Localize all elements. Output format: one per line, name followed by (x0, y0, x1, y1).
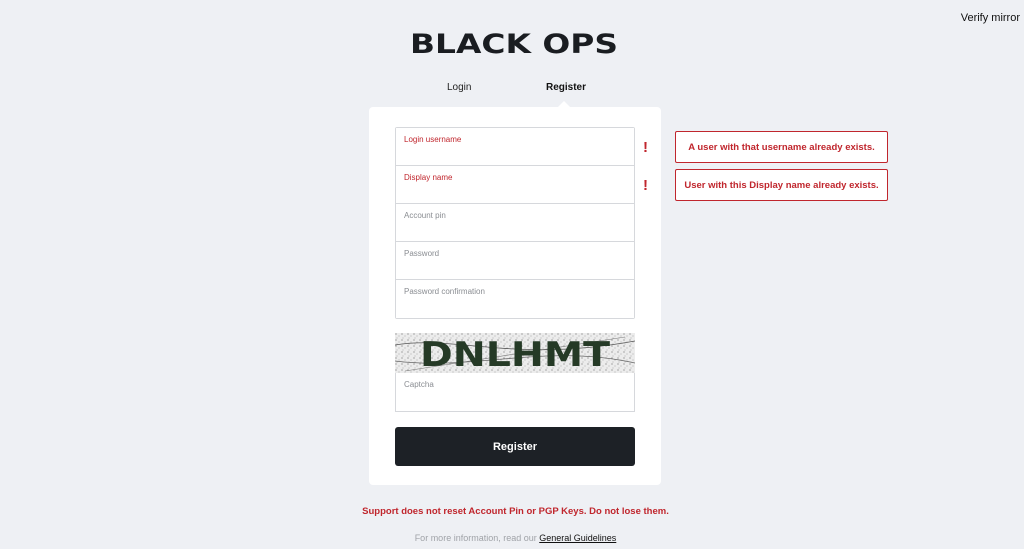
register-card: Login username Display name Account pin … (369, 107, 661, 485)
captcha-field[interactable]: Captcha (395, 373, 635, 412)
username-error-icon: ! (643, 139, 648, 156)
password-confirmation-field[interactable]: Password confirmation (396, 280, 634, 318)
tab-login[interactable]: Login (447, 82, 471, 93)
account-pin-field[interactable]: Account pin (396, 204, 634, 242)
footer-info: For more information, read our General G… (0, 533, 1024, 543)
username-error-message: A user with that username already exists… (675, 131, 888, 163)
login-username-field[interactable]: Login username (396, 128, 634, 166)
tab-register[interactable]: Register (546, 82, 586, 93)
display-name-input[interactable] (396, 166, 634, 203)
captcha-text: DNLHMT (420, 335, 611, 374)
display-name-error-message: User with this Display name already exis… (675, 169, 888, 201)
black-ops-logo: BLACK OPS (410, 30, 620, 58)
captcha-input[interactable] (396, 373, 634, 411)
login-username-input[interactable] (396, 128, 634, 165)
account-pin-input[interactable] (396, 204, 634, 241)
display-name-field[interactable]: Display name (396, 166, 634, 204)
support-warning: Support does not reset Account Pin or PG… (362, 506, 669, 517)
general-guidelines-link[interactable]: General Guidelines (539, 533, 616, 543)
auth-tabs: Login Register (370, 82, 661, 96)
captcha-image: DNLHMT (395, 333, 635, 374)
password-confirmation-input[interactable] (396, 280, 634, 318)
password-input[interactable] (396, 242, 634, 279)
logo-text: BLACK OPS (410, 30, 618, 58)
register-fields: Login username Display name Account pin … (395, 127, 635, 319)
display-name-error-icon: ! (643, 177, 648, 194)
password-field[interactable]: Password (396, 242, 634, 280)
footer-info-text: For more information, read our (414, 533, 540, 543)
verify-mirror-link[interactable]: Verify mirror (961, 12, 1020, 24)
register-button[interactable]: Register (395, 427, 635, 466)
